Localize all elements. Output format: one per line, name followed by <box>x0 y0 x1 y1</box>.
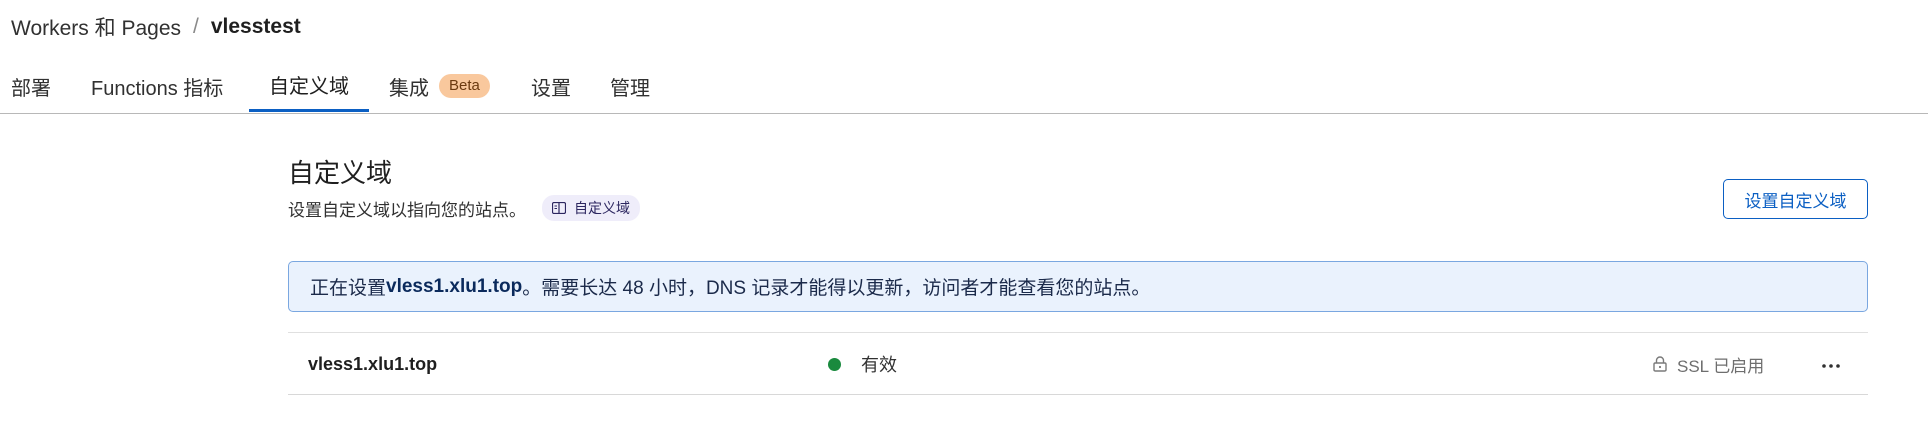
beta-badge: Beta <box>439 74 490 98</box>
tab-settings[interactable]: 设置 <box>531 60 571 112</box>
domain-status: 有效 <box>828 333 897 395</box>
lock-icon <box>1653 356 1667 372</box>
tab-bar: 部署 Functions 指标 自定义域 集成 Beta 设置 管理 <box>0 60 1928 114</box>
tab-label: 部署 <box>11 77 51 100</box>
tab-custom-domains[interactable]: 自定义域 <box>249 60 369 112</box>
page-subtitle-row: 设置自定义域以指向您的站点。 自定义域 <box>288 194 640 222</box>
breadcrumb-separator: / <box>193 15 199 38</box>
page: Workers 和 Pages / vlesstest 部署 Functions… <box>0 0 1928 447</box>
docs-link[interactable]: 自定义域 <box>542 195 640 221</box>
more-icon <box>1822 355 1840 373</box>
status-label: 有效 <box>861 355 897 375</box>
banner-suffix: 。需要长达 48 小时，DNS 记录才能得以更新，访问者才能查看您的站点。 <box>522 278 1151 299</box>
tab-label: 自定义域 <box>269 76 349 98</box>
breadcrumb-parent-link[interactable]: Workers 和 Pages <box>11 12 181 42</box>
tab-label: 设置 <box>531 77 571 100</box>
tab-manage[interactable]: 管理 <box>610 60 650 112</box>
page-title: 自定义域 <box>288 158 393 188</box>
tab-integrations[interactable]: 集成 Beta <box>389 60 490 112</box>
breadcrumb-current: vlesstest <box>210 15 301 38</box>
banner-domain: vless1.xlu1.top <box>386 275 523 297</box>
tab-label: 集成 <box>389 77 429 100</box>
ssl-status: SSL 已启用 <box>1653 333 1764 395</box>
book-icon <box>552 202 566 214</box>
breadcrumb: Workers 和 Pages / vlesstest <box>11 12 301 42</box>
row-actions-button[interactable] <box>1814 347 1848 381</box>
page-subtitle: 设置自定义域以指向您的站点。 <box>288 200 526 220</box>
setup-custom-domain-button[interactable]: 设置自定义域 <box>1723 179 1868 219</box>
ssl-label: SSL 已启用 <box>1677 356 1765 376</box>
status-dot-icon <box>828 357 841 371</box>
table-row: vless1.xlu1.top 有效 SSL 已启用 <box>288 332 1868 395</box>
tab-functions-metrics[interactable]: Functions 指标 <box>91 60 223 112</box>
tab-label: 管理 <box>610 77 650 100</box>
info-banner: 正在设置 vless1.xlu1.top 。需要长达 48 小时，DNS 记录才… <box>288 261 1868 312</box>
tab-deployments[interactable]: 部署 <box>11 60 51 112</box>
banner-prefix: 正在设置 <box>310 278 387 299</box>
tab-label: Functions 指标 <box>91 77 224 100</box>
domain-name[interactable]: vless1.xlu1.top <box>308 333 437 395</box>
docs-link-label: 自定义域 <box>574 200 630 216</box>
